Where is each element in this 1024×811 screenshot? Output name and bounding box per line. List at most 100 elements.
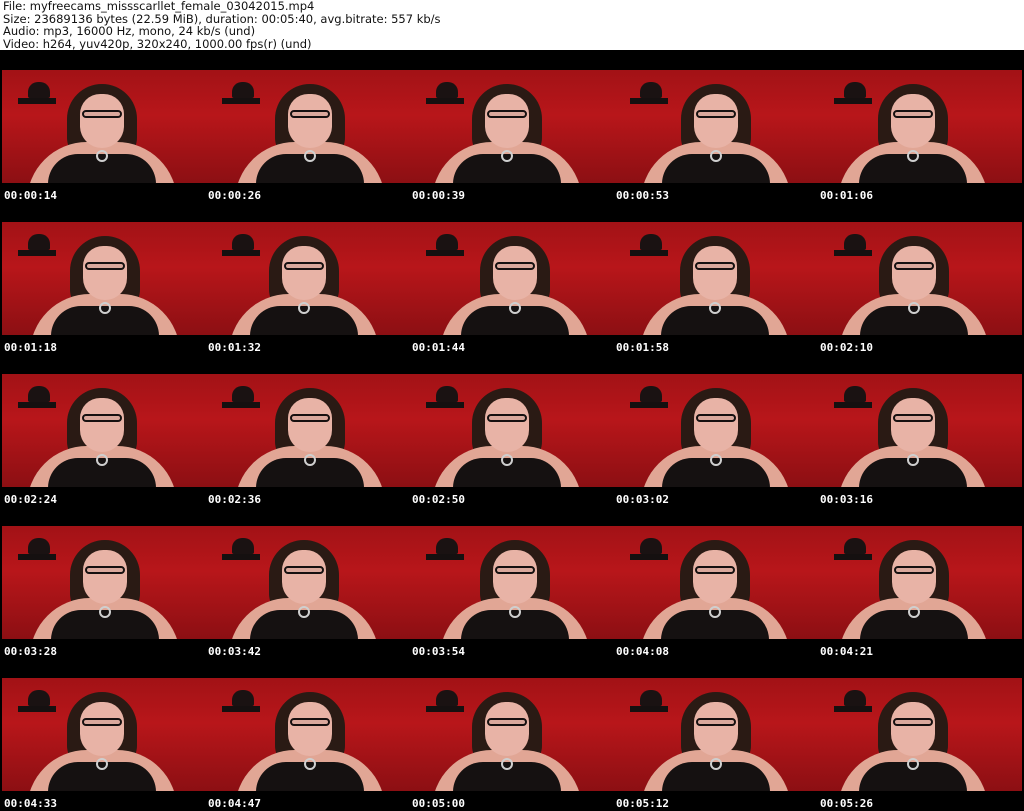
shoe-decor xyxy=(844,690,866,706)
glasses xyxy=(82,718,122,726)
glasses xyxy=(487,110,527,118)
timestamp-label: 00:03:28 xyxy=(4,645,57,658)
o-ring xyxy=(509,606,521,618)
glasses xyxy=(487,718,527,726)
timestamp-label: 00:01:18 xyxy=(4,341,57,354)
o-ring xyxy=(509,302,521,314)
timestamp-label: 00:01:32 xyxy=(208,341,261,354)
glasses xyxy=(894,262,934,270)
face xyxy=(485,94,529,148)
video-frame xyxy=(206,222,410,335)
thumbnail: 00:01:44 xyxy=(410,202,614,354)
wall-shelf xyxy=(630,402,668,408)
thumbnail: 00:05:12 xyxy=(614,658,818,810)
glasses xyxy=(82,110,122,118)
o-ring xyxy=(908,302,920,314)
face xyxy=(80,398,124,452)
shoe-decor xyxy=(232,82,254,98)
face xyxy=(288,94,332,148)
video-frame xyxy=(614,222,818,335)
timestamp-label: 00:02:24 xyxy=(4,493,57,506)
wall-shelf xyxy=(18,250,56,256)
video-frame xyxy=(614,678,818,791)
video-frame xyxy=(206,70,410,183)
timestamp-label: 00:04:08 xyxy=(616,645,669,658)
face xyxy=(485,702,529,756)
o-ring xyxy=(710,758,722,770)
glasses xyxy=(696,718,736,726)
thumbnail: 00:01:32 xyxy=(206,202,410,354)
wall-shelf xyxy=(834,250,872,256)
glasses xyxy=(696,414,736,422)
shoe-decor xyxy=(232,690,254,706)
shoe-decor xyxy=(640,234,662,250)
shoe-decor xyxy=(640,690,662,706)
face xyxy=(282,246,326,300)
o-ring xyxy=(298,302,310,314)
video-frame xyxy=(206,374,410,487)
o-ring xyxy=(96,150,108,162)
shoe-decor xyxy=(436,538,458,554)
timestamp-label: 00:03:02 xyxy=(616,493,669,506)
wall-shelf xyxy=(18,554,56,560)
face xyxy=(694,94,738,148)
thumbnail: 00:02:50 xyxy=(410,354,614,506)
o-ring xyxy=(99,302,111,314)
o-ring xyxy=(709,302,721,314)
timestamp-label: 00:04:33 xyxy=(4,797,57,810)
face xyxy=(80,702,124,756)
wall-shelf xyxy=(222,402,260,408)
glasses xyxy=(893,718,933,726)
shoe-decor xyxy=(844,234,866,250)
shoe-decor xyxy=(232,386,254,402)
o-ring xyxy=(298,606,310,618)
video-frame xyxy=(818,678,1022,791)
shoe-decor xyxy=(640,538,662,554)
thumbnail: 00:03:54 xyxy=(410,506,614,658)
video-frame xyxy=(206,526,410,639)
video-frame xyxy=(2,678,206,791)
shoe-decor xyxy=(28,234,50,250)
timestamp-label: 00:03:16 xyxy=(820,493,873,506)
face xyxy=(693,246,737,300)
timestamp-label: 00:05:12 xyxy=(616,797,669,810)
timestamp-label: 00:03:54 xyxy=(412,645,465,658)
glasses xyxy=(82,414,122,422)
face xyxy=(694,702,738,756)
face xyxy=(83,550,127,604)
o-ring xyxy=(710,150,722,162)
timestamp-label: 00:02:36 xyxy=(208,493,261,506)
video-frame xyxy=(410,222,614,335)
video-frame xyxy=(410,374,614,487)
timestamp-label: 00:02:10 xyxy=(820,341,873,354)
wall-shelf xyxy=(426,554,464,560)
o-ring xyxy=(99,606,111,618)
face xyxy=(891,94,935,148)
video-frame xyxy=(818,526,1022,639)
glasses xyxy=(284,262,324,270)
video-frame xyxy=(2,374,206,487)
timestamp-label: 00:05:26 xyxy=(820,797,873,810)
wall-shelf xyxy=(18,98,56,104)
video-frame xyxy=(206,678,410,791)
video-frame xyxy=(410,678,614,791)
thumbnail: 00:00:53 xyxy=(614,50,818,202)
face xyxy=(891,398,935,452)
face xyxy=(80,94,124,148)
o-ring xyxy=(907,150,919,162)
timestamp-label: 00:04:21 xyxy=(820,645,873,658)
wall-shelf xyxy=(426,98,464,104)
thumbnail: 00:00:39 xyxy=(410,50,614,202)
audio-info-line: Audio: mp3, 16000 Hz, mono, 24 kb/s (und… xyxy=(3,24,256,39)
wall-shelf xyxy=(222,706,260,712)
face xyxy=(288,702,332,756)
wall-shelf xyxy=(630,554,668,560)
wall-shelf xyxy=(18,706,56,712)
video-frame xyxy=(410,526,614,639)
glasses xyxy=(495,566,535,574)
wall-shelf xyxy=(834,98,872,104)
glasses xyxy=(893,414,933,422)
shoe-decor xyxy=(436,690,458,706)
shoe-decor xyxy=(844,386,866,402)
o-ring xyxy=(709,606,721,618)
